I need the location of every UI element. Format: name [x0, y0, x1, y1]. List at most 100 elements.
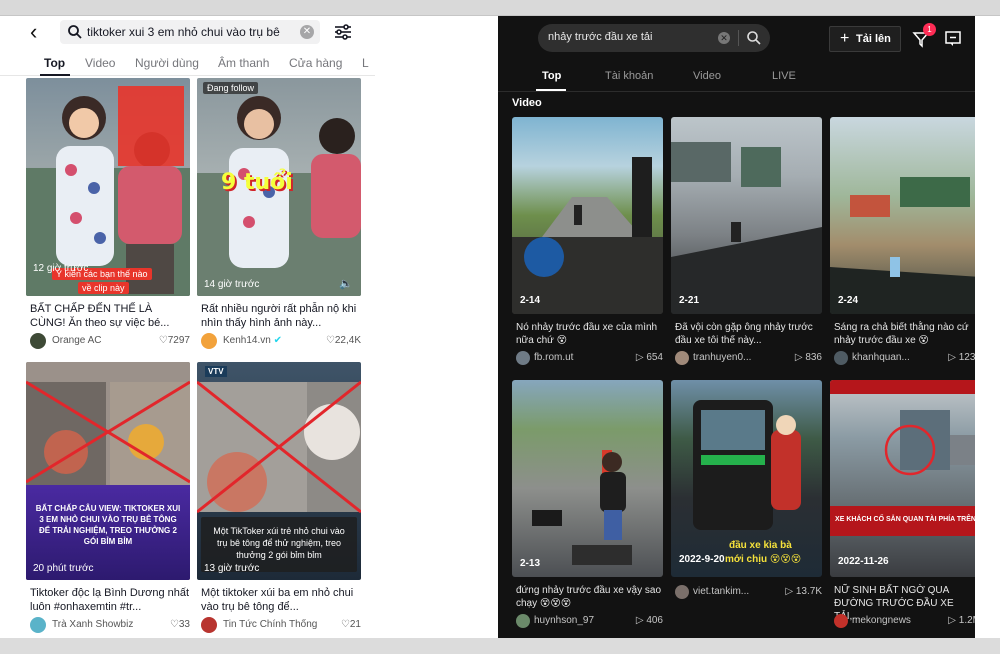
tab-live[interactable]: LIVE: [772, 70, 796, 82]
tab-top[interactable]: Top: [44, 56, 65, 70]
banner-text: BẤT CHẤP CÂU VIEW: TIKTOKER XUI 3 EM NHỎ…: [35, 504, 181, 546]
video-thumbnail[interactable]: Ý kiến các bạn thế nào về clip này 12 gi…: [26, 78, 190, 296]
notification-badge: 1: [923, 23, 936, 36]
desktop-search-panel: nhảy trước đầu xe tải ✕ + Tải lên 1 Top …: [498, 16, 975, 638]
author-row: mekongnews ▷ 1.2M: [834, 613, 975, 629]
mobile-search-text: tiktoker xui 3 em nhỏ chui vào trụ bê: [87, 25, 280, 39]
post-date: 2-14: [520, 295, 541, 306]
mobile-search-input[interactable]: tiktoker xui 3 em nhỏ chui vào trụ bê ✕: [60, 20, 320, 44]
post-time: 20 phút trước: [33, 563, 94, 574]
right-margin: [975, 16, 1000, 638]
box-text: Một TikToker xúi trẻ nhỏ chui vào trụ bê…: [213, 526, 345, 560]
caption-overlay-2: mới chịu 😵😵😵: [725, 554, 802, 565]
author-row: viet.tankim... ▷ 13.7K: [675, 584, 822, 600]
avatar[interactable]: [201, 333, 217, 349]
heart-icon: ♡: [158, 335, 168, 346]
post-date: 2022-11-26: [838, 556, 889, 567]
upload-button[interactable]: + Tải lên: [829, 26, 901, 52]
message-icon[interactable]: [944, 30, 962, 48]
avatar[interactable]: [834, 614, 848, 628]
tab-users[interactable]: Người dùng: [135, 56, 199, 70]
sound-icon[interactable]: 🔈: [339, 277, 353, 290]
street-crossing-view: [830, 380, 975, 476]
mobile-tabs: Top Video Người dùng Âm thanh Cửa hàng L: [0, 50, 375, 76]
truck-dashboard-view: [671, 142, 822, 314]
heart-icon: ♡: [340, 619, 350, 630]
post-time: 14 giờ trước: [204, 279, 260, 290]
post-time: 13 giờ trước: [204, 563, 260, 574]
clear-icon[interactable]: ✕: [300, 25, 314, 39]
desktop-search-input[interactable]: nhảy trước đầu xe tải ✕: [538, 24, 770, 52]
avatar[interactable]: [834, 351, 848, 365]
section-title: Video: [512, 97, 542, 109]
avatar[interactable]: [516, 351, 530, 365]
video-thumbnail[interactable]: VTV Một TikToker xúi trẻ nhỏ chui vào tr…: [197, 362, 361, 580]
avatar[interactable]: [675, 585, 689, 599]
avatar[interactable]: [516, 614, 530, 628]
heart-icon: ♡: [325, 335, 335, 346]
view-count: ▷ 836: [794, 352, 822, 363]
video-thumbnail[interactable]: 2-14: [512, 117, 663, 314]
caption-overlay: đầu xe kìa bà: [729, 540, 792, 551]
play-icon: ▷: [948, 615, 959, 626]
tab-top[interactable]: Top: [542, 70, 561, 82]
video-thumbnail[interactable]: Đang follow 9 tuổi 14 giờ trước 🔈: [197, 78, 361, 296]
avatar[interactable]: [30, 617, 46, 633]
video-thumbnail[interactable]: 2-21: [671, 117, 822, 314]
video-caption[interactable]: Một tiktoker xúi ba em nhỏ chui vào trụ …: [201, 586, 361, 614]
avatar[interactable]: [30, 333, 46, 349]
author-row: Kenh14.vn ✔ ♡22,4K: [201, 332, 361, 350]
play-icon: ▷: [785, 586, 796, 597]
author-row: Tin Tức Chính Thống ♡21: [201, 616, 361, 634]
video-caption[interactable]: Sáng ra chả biết thằng nào cứ nhảy trước…: [834, 321, 975, 347]
mobile-search-panel: ‹ tiktoker xui 3 em nhỏ chui vào trụ bê …: [0, 16, 375, 638]
tab-live[interactable]: L: [362, 56, 369, 70]
desktop-search-text: nhảy trước đầu xe tải: [548, 31, 653, 43]
author-name[interactable]: tranhuyen0...: [693, 352, 751, 363]
video-caption[interactable]: Rất nhiều người rất phẫn nộ khi nhìn thấ…: [201, 302, 361, 330]
avatar[interactable]: [201, 617, 217, 633]
tab-accounts[interactable]: Tài khoản: [605, 70, 653, 82]
like-count: ♡7297: [158, 335, 190, 346]
verified-icon: ✔: [273, 335, 282, 346]
author-name[interactable]: Tin Tức Chính Thống: [223, 619, 317, 630]
author-name[interactable]: huynhson_97: [534, 615, 594, 626]
truck-cab-view: [512, 157, 663, 314]
author-name[interactable]: khanhquan...: [852, 352, 910, 363]
video-thumbnail[interactable]: XE KHÁCH CỐ SẴN QUAN TÀI PHÍA TRÊN 2022-…: [830, 380, 975, 577]
video-caption[interactable]: Nó nhảy trước đầu xe của mình nữa chứ 😵: [516, 321, 663, 347]
video-thumbnail[interactable]: đầu xe kìa bà mới chịu 😵😵😵 2022-9-20: [671, 380, 822, 577]
window-bottom-bar: [0, 638, 1000, 654]
author-name[interactable]: fb.rom.ut: [534, 352, 573, 363]
author-name[interactable]: viet.tankim...: [693, 586, 749, 597]
tab-video[interactable]: Video: [693, 70, 721, 82]
author-name[interactable]: Trà Xanh Showbiz: [52, 619, 133, 630]
author-name[interactable]: Orange AC: [52, 335, 101, 346]
post-date: 2-24: [838, 295, 859, 306]
heart-icon: ♡: [169, 619, 179, 630]
video-caption[interactable]: đứng nhảy trước đầu xe vậy sao chạy 😵😵😵: [516, 584, 663, 610]
like-count: ♡21: [340, 619, 361, 630]
search-icon[interactable]: [746, 30, 762, 46]
post-time: 12 giờ trước: [33, 263, 89, 274]
video-caption[interactable]: BẤT CHẤP ĐẾN THẾ LÀ CÙNG! Ăn theo sự việ…: [30, 302, 190, 330]
video-thumbnail[interactable]: 2-24: [830, 117, 975, 314]
filter-icon[interactable]: [333, 23, 353, 41]
clear-icon[interactable]: ✕: [718, 32, 730, 44]
tab-shop[interactable]: Cửa hàng: [289, 56, 342, 70]
search-divider: [738, 30, 739, 46]
search-icon: [68, 25, 82, 39]
post-date: 2-13: [520, 558, 541, 569]
back-arrow-icon[interactable]: ‹: [30, 21, 48, 43]
like-count: ♡33: [169, 619, 190, 630]
tab-sounds[interactable]: Âm thanh: [218, 56, 269, 70]
video-caption[interactable]: Đã vội còn gặp ông nhảy trước đầu xe tôi…: [675, 321, 822, 347]
video-thumbnail[interactable]: 2-13: [512, 380, 663, 577]
video-thumbnail[interactable]: BẤT CHẤP CÂU VIEW: TIKTOKER XUI 3 EM NHỎ…: [26, 362, 190, 580]
video-caption[interactable]: Tiktoker độc lạ Bình Dương nhất luôn #on…: [30, 586, 190, 614]
author-name[interactable]: Kenh14.vn ✔: [223, 335, 282, 346]
comment-sticker-2: về clip này: [78, 282, 129, 294]
tab-video[interactable]: Video: [85, 56, 115, 70]
avatar[interactable]: [675, 351, 689, 365]
author-name[interactable]: mekongnews: [852, 615, 911, 626]
